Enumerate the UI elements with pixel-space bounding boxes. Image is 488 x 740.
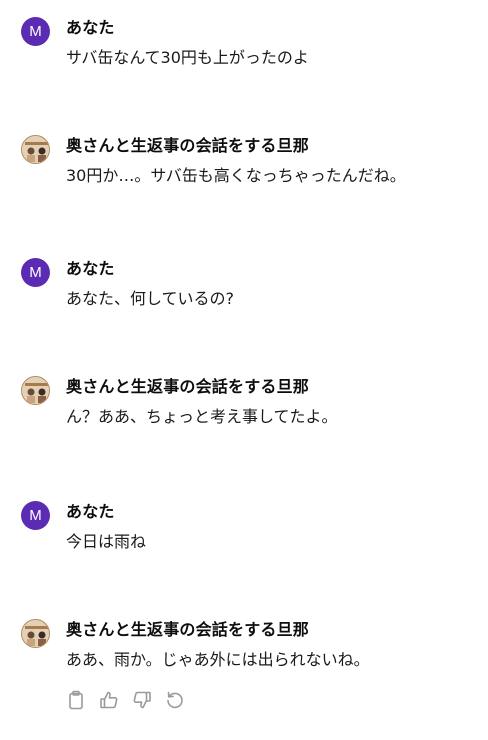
avatar-letter: M — [29, 23, 42, 40]
thumbs-up-icon[interactable] — [99, 689, 119, 711]
sender-name: あなた — [66, 259, 115, 278]
message-text: ん？ああ、ちょっと考え事してたよ。 — [66, 407, 338, 426]
thumbs-down-icon[interactable] — [132, 689, 152, 711]
sender-name: 奥さんと生返事の会話をする旦那 — [66, 377, 310, 396]
bot-avatar — [21, 619, 50, 648]
sender-name: あなた — [66, 502, 115, 521]
user-avatar: M — [21, 17, 50, 46]
user-avatar: M — [21, 258, 50, 287]
sender-name: あなた — [66, 18, 115, 37]
copy-icon[interactable] — [66, 689, 86, 711]
message-text: あなた、何しているの? — [66, 289, 235, 308]
sender-name: 奥さんと生返事の会話をする旦那 — [66, 136, 310, 155]
bot-avatar — [21, 376, 50, 405]
bot-avatar — [21, 135, 50, 164]
message-text: サバ缶なんて30円も上がったのよ — [66, 48, 309, 67]
avatar-letter: M — [29, 264, 42, 281]
avatar-letter: M — [29, 507, 42, 524]
message-text: ああ、雨か。じゃあ外には出られないね。 — [66, 650, 370, 669]
message-actions — [66, 689, 185, 711]
user-avatar: M — [21, 501, 50, 530]
message-text: 30円か…。サバ缶も高くなっちゃったんだね。 — [66, 166, 406, 185]
message-text: 今日は雨ね — [66, 532, 147, 551]
regenerate-icon[interactable] — [165, 689, 185, 711]
sender-name: 奥さんと生返事の会話をする旦那 — [66, 620, 310, 639]
